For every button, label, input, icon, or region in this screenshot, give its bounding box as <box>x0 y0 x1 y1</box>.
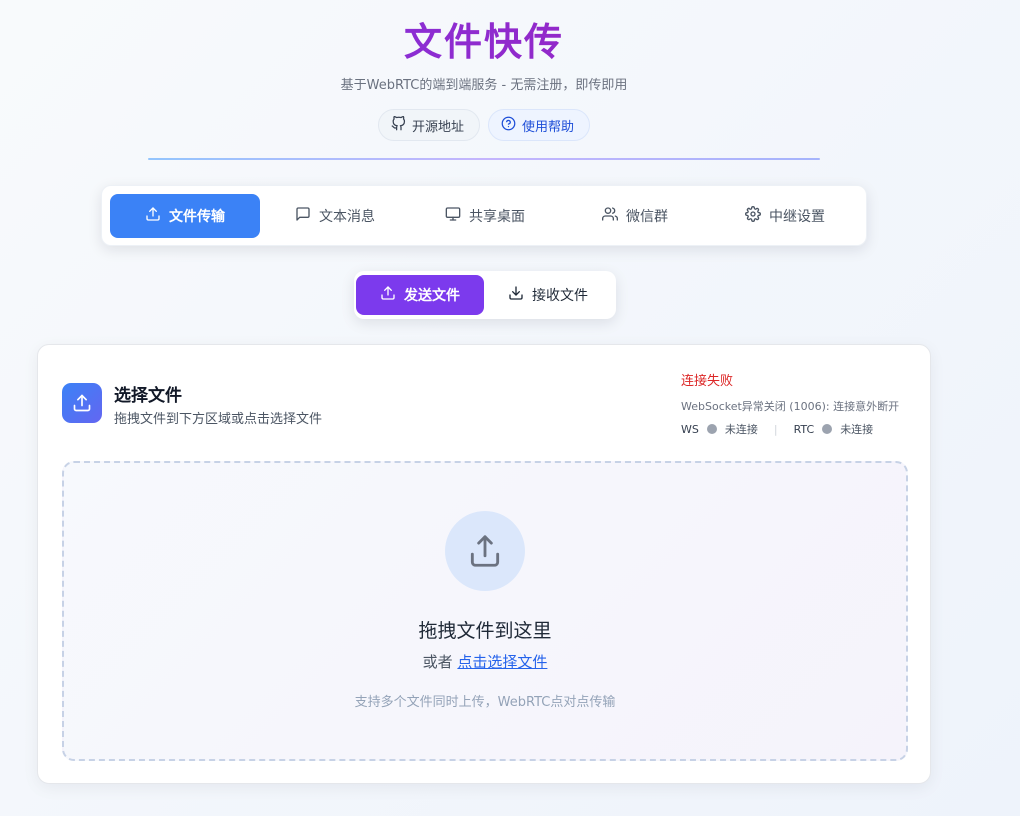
status-separator: | <box>773 422 778 436</box>
upload-icon <box>62 383 102 423</box>
app-title: 文件快传 <box>0 16 968 68</box>
tab-label: 共享桌面 <box>469 209 525 225</box>
help-link-label: 使用帮助 <box>522 119 575 135</box>
select-file-link[interactable]: 点击选择文件 <box>457 653 547 671</box>
github-icon <box>391 115 406 135</box>
rtc-label: RTC <box>793 422 815 436</box>
rtc-status-dot <box>822 424 833 434</box>
ws-state: 未连接 <box>724 423 758 436</box>
github-link-button[interactable]: 开源地址 <box>378 109 480 141</box>
select-file-card: 选择文件 拖拽文件到下方区域或点击选择文件 连接失败 WebSocket异常关闭… <box>37 344 931 784</box>
connection-status-title: 连接失败 <box>681 374 734 389</box>
ws-label: WS <box>681 422 699 436</box>
tab-send-file[interactable]: 发送文件 <box>356 275 484 315</box>
tab-label: 中继设置 <box>769 209 825 225</box>
github-link-label: 开源地址 <box>412 119 465 135</box>
tab-label: 接收文件 <box>532 288 588 304</box>
tab-file-transfer[interactable]: 文件传输 <box>110 194 260 238</box>
tab-label: 发送文件 <box>404 288 460 304</box>
connection-indicators: WS 未连接 | RTC 未连接 <box>681 421 873 437</box>
file-dropzone[interactable]: 拖拽文件到这里 或者 点击选择文件 支持多个文件同时上传，WebRTC点对点传输 <box>62 461 908 761</box>
tab-label: 文件传输 <box>169 209 225 225</box>
ws-status-dot <box>706 424 717 434</box>
tab-label: 微信群 <box>626 209 668 225</box>
users-icon <box>602 206 618 226</box>
monitor-icon <box>445 206 461 226</box>
card-description: 拖拽文件到下方区域或点击选择文件 <box>114 412 323 427</box>
main-tabs: 文件传输 文本消息 共享桌面 微信群 中继设置 <box>101 185 867 246</box>
help-link-button[interactable]: 使用帮助 <box>488 109 590 141</box>
dropzone-title: 拖拽文件到这里 <box>418 620 552 642</box>
mode-tabs: 发送文件 接收文件 <box>354 271 616 319</box>
dropzone-or-line: 或者 点击选择文件 <box>64 651 906 672</box>
tab-label: 文本消息 <box>319 209 375 225</box>
dropzone-hint: 支持多个文件同时上传，WebRTC点对点传输 <box>354 695 616 710</box>
rtc-state: 未连接 <box>840 423 874 436</box>
page: 文件快传 基于WebRTC的端到端服务 - 无需注册，即传即用 开源地址 使用帮… <box>0 0 1020 816</box>
tab-receive-file[interactable]: 接收文件 <box>484 275 612 315</box>
dropzone-or-text: 或者 <box>422 653 453 671</box>
upload-icon <box>145 206 161 226</box>
tab-text-message[interactable]: 文本消息 <box>260 194 410 238</box>
tab-relay-settings[interactable]: 中继设置 <box>710 194 860 238</box>
tab-share-desktop[interactable]: 共享桌面 <box>410 194 560 238</box>
upload-icon <box>445 511 525 591</box>
message-icon <box>295 206 311 226</box>
card-title: 选择文件 <box>114 386 182 406</box>
app-subtitle: 基于WebRTC的端到端服务 - 无需注册，即传即用 <box>340 78 628 93</box>
connection-status-message: WebSocket异常关闭 (1006): 连接意外断开 <box>681 400 900 413</box>
download-icon <box>508 285 524 305</box>
help-circle-icon <box>501 116 516 135</box>
header-divider <box>148 158 820 160</box>
gear-icon <box>745 206 761 226</box>
upload-icon <box>380 285 396 305</box>
tab-wechat-group[interactable]: 微信群 <box>560 194 710 238</box>
